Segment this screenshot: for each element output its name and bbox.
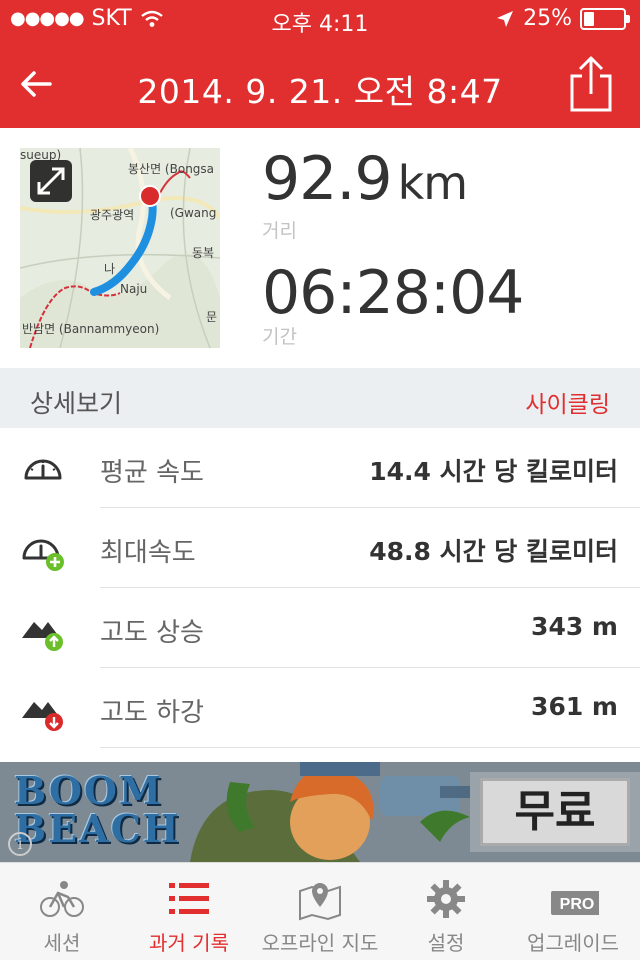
tab-label: 설정 bbox=[427, 931, 465, 955]
row-divider bbox=[100, 747, 640, 748]
session-summary: sueup) 봉산면 (Bongsa 광주광역 (Gwang 동복 나 Naju… bbox=[0, 128, 640, 368]
pro-badge-icon: PRO bbox=[551, 891, 599, 915]
ad-free-label: 무료 bbox=[480, 778, 630, 846]
expand-icon bbox=[37, 167, 65, 195]
stat-label: 고도 상승 bbox=[100, 618, 204, 648]
tab-label: 오프라인 지도 bbox=[261, 931, 379, 955]
map-label: 봉산면 (Bongsa bbox=[128, 162, 215, 176]
stat-list: 평균 속도 14.4 시간 당 킬로미터 최대속도 48.8 시간 당 킬로미터… bbox=[0, 428, 640, 748]
navigation-bar: 2014. 9. 21. 오전 8:47 bbox=[0, 40, 640, 128]
session-date-title: 2014. 9. 21. 오전 8:47 bbox=[137, 72, 503, 111]
map-label: Naju bbox=[120, 282, 148, 296]
battery-percent: 25% bbox=[523, 6, 572, 31]
tab-label: 과거 기록 bbox=[149, 931, 229, 955]
ad-info-icon[interactable]: i bbox=[8, 832, 32, 856]
distance-value: 92.9 bbox=[262, 144, 393, 214]
stat-label: 평균 속도 bbox=[100, 458, 204, 488]
share-button[interactable] bbox=[568, 54, 614, 114]
battery-level bbox=[584, 11, 594, 26]
ad-title-line1: BOOM bbox=[14, 768, 164, 813]
elevation-up-icon bbox=[22, 622, 63, 651]
tab-offline-maps[interactable]: 오프라인 지도 bbox=[254, 863, 386, 960]
tab-history[interactable]: 과거 기록 bbox=[124, 863, 254, 960]
stat-row-average-speed: 평균 속도 14.4 시간 당 킬로미터 bbox=[0, 428, 640, 508]
back-button[interactable] bbox=[16, 62, 62, 106]
tab-upgrade[interactable]: PRO 업그레이드 bbox=[506, 863, 640, 960]
tab-bar: 세션 과거 기록 오프라인 지도 설정 PRO 업그레이드 bbox=[0, 862, 640, 960]
details-header: 상세보기 사이클링 bbox=[0, 368, 640, 428]
ad-title-line2: BEACH bbox=[14, 806, 181, 851]
location-arrow-icon bbox=[497, 10, 514, 27]
distance-label: 거리 bbox=[262, 220, 297, 242]
distance-metric: 92.9 km bbox=[262, 144, 468, 214]
stat-label: 고도 하강 bbox=[100, 698, 204, 728]
ad-banner[interactable]: BOOM BEACH 무료 i bbox=[0, 762, 640, 862]
arrow-left-icon bbox=[21, 71, 52, 97]
route-map-thumbnail[interactable]: sueup) 봉산면 (Bongsa 광주광역 (Gwang 동복 나 Naju… bbox=[20, 148, 220, 348]
gear-icon bbox=[427, 880, 465, 918]
stat-value: 361 m bbox=[531, 692, 618, 721]
map-pin-icon bbox=[299, 883, 341, 921]
duration-value: 06:28:04 bbox=[262, 258, 524, 328]
map-label: 동복 bbox=[192, 246, 215, 260]
map-label: 문 bbox=[206, 310, 218, 324]
map-label: (Gwang bbox=[170, 206, 217, 220]
expand-map-button[interactable] bbox=[30, 160, 72, 202]
stat-row-elevation-loss: 고도 하강 361 m bbox=[0, 668, 640, 748]
tab-label: 세션 bbox=[43, 931, 81, 955]
stat-value: 48.8 시간 당 킬로미터 bbox=[369, 537, 618, 566]
stat-row-elevation-gain: 고도 상승 343 m bbox=[0, 588, 640, 668]
speedometer-plus-icon bbox=[22, 539, 64, 571]
distance-unit: km bbox=[397, 156, 468, 210]
tab-settings[interactable]: 설정 bbox=[386, 863, 506, 960]
tab-label: 업그레이드 bbox=[527, 931, 619, 955]
elevation-down-icon bbox=[22, 702, 63, 731]
share-icon bbox=[570, 56, 612, 112]
stat-value: 14.4 시간 당 킬로미터 bbox=[369, 457, 618, 486]
list-icon bbox=[169, 883, 209, 914]
status-right: 25% bbox=[495, 6, 630, 31]
stat-row-max-speed: 최대속도 48.8 시간 당 킬로미터 bbox=[0, 508, 640, 588]
cyclist-icon bbox=[40, 881, 84, 917]
duration-label: 기간 bbox=[262, 326, 297, 348]
stat-label: 최대속도 bbox=[100, 538, 196, 568]
pro-badge-text: PRO bbox=[560, 896, 595, 913]
status-bar: ●●●●● SKT 오후 4:11 25% bbox=[0, 0, 640, 40]
tab-session[interactable]: 세션 bbox=[0, 863, 124, 960]
battery-icon bbox=[580, 7, 630, 30]
details-title: 상세보기 bbox=[30, 389, 123, 418]
activity-type-link[interactable]: 사이클링 bbox=[525, 385, 610, 419]
stat-value: 343 m bbox=[531, 612, 618, 641]
map-label: 광주광역 bbox=[90, 208, 135, 222]
map-label: 나 bbox=[104, 262, 116, 276]
speedometer-icon bbox=[24, 459, 62, 480]
map-label: 반남면 (Bannammyeon) bbox=[22, 322, 160, 336]
